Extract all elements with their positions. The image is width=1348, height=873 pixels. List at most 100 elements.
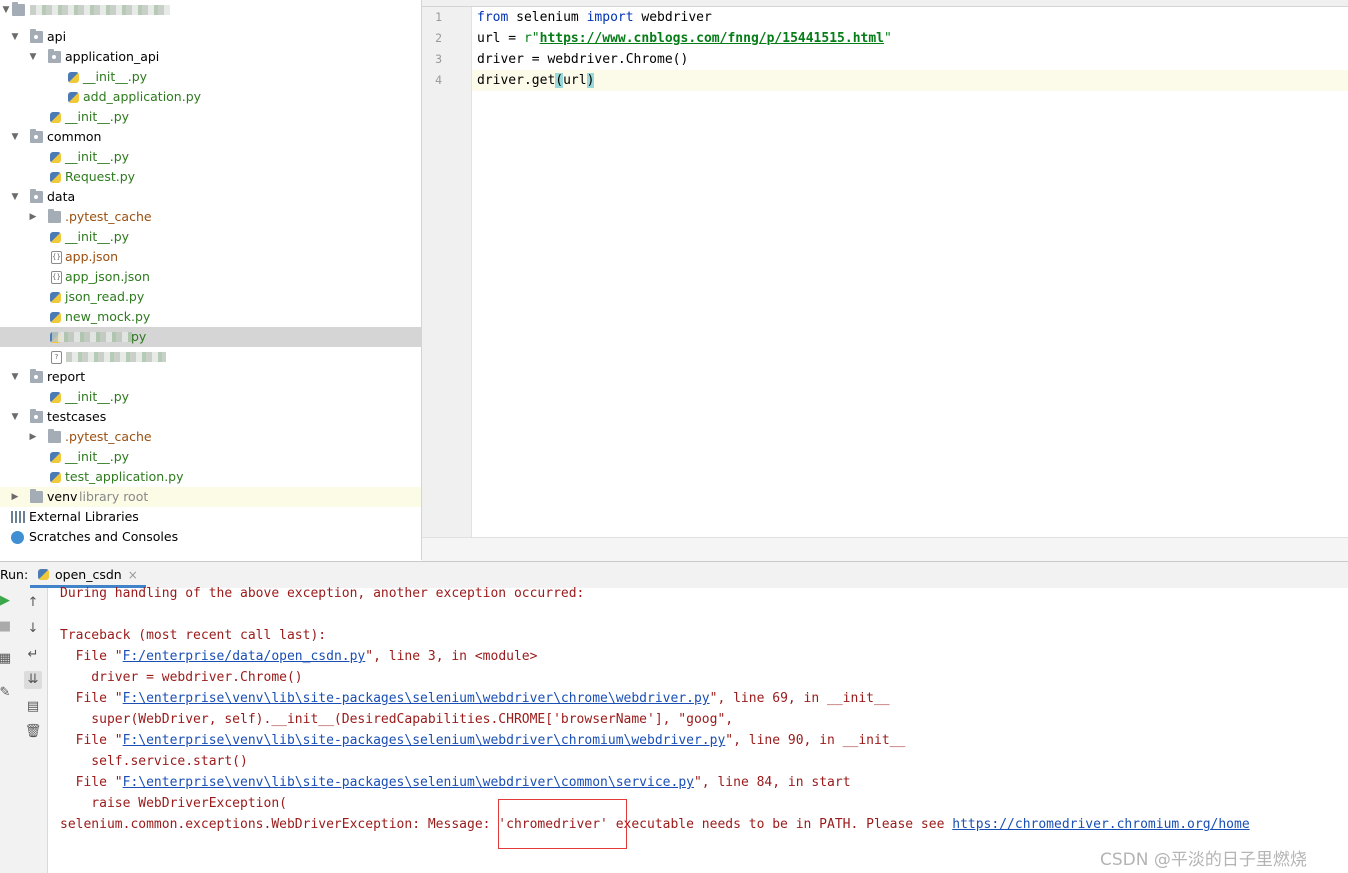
- tree-item-init-py[interactable]: __init__.py: [0, 107, 421, 127]
- docs-link[interactable]: https://chromedriver.chromium.org/home: [952, 817, 1249, 832]
- code-token: driver.get: [477, 73, 556, 88]
- console-line: raise WebDriverException(: [60, 796, 287, 811]
- json-file-icon: {}: [51, 271, 62, 284]
- folder-icon: [48, 429, 61, 443]
- file-link[interactable]: F:\enterprise\venv\lib\site-packages\sel…: [123, 733, 726, 748]
- tree-item-init-py[interactable]: __init__.py: [0, 147, 421, 167]
- print-icon[interactable]: ▤: [24, 698, 42, 716]
- matched-paren: ): [586, 73, 595, 88]
- tree-item-request-py[interactable]: Request.py: [0, 167, 421, 187]
- code-line-1[interactable]: from selenium import webdriver: [477, 7, 712, 28]
- run-console[interactable]: During handling of the above exception, …: [48, 586, 1348, 873]
- chevron-right-icon[interactable]: ▶: [28, 207, 38, 227]
- tree-item-selected[interactable]: py: [0, 327, 421, 347]
- tree-item-testcases[interactable]: ▼ testcases: [0, 407, 421, 427]
- python-file-icon: [50, 472, 61, 483]
- python-file-icon: [50, 152, 61, 163]
- tree-item-scratches[interactable]: Scratches and Consoles: [0, 527, 421, 547]
- tree-item-label: add_application.py: [83, 89, 202, 104]
- file-icon: ?: [51, 351, 62, 364]
- tree-item-label: data: [47, 189, 76, 204]
- tree-item-venv[interactable]: ▶ venv library root: [0, 487, 421, 507]
- file-link[interactable]: F:\enterprise\venv\lib\site-packages\sel…: [123, 775, 694, 790]
- tree-item-application-api[interactable]: ▼ application_api: [0, 47, 421, 67]
- tree-item-redacted[interactable]: ?: [0, 347, 421, 367]
- console-line: During handling of the above exception, …: [60, 586, 585, 601]
- library-root-hint: library root: [79, 489, 149, 504]
- console-line: File "F:/enterprise/data/open_csdn.py", …: [60, 646, 538, 667]
- chevron-down-icon[interactable]: ▼: [1, 0, 11, 20]
- line-number: 4: [435, 73, 442, 87]
- code-line-2[interactable]: url = r"https://www.cnblogs.com/fnng/p/1…: [477, 28, 892, 49]
- close-icon[interactable]: ×: [128, 568, 138, 582]
- package-folder-icon: [48, 49, 61, 63]
- tree-item-label: test_application.py: [65, 469, 184, 484]
- chevron-down-icon[interactable]: ▼: [10, 127, 20, 147]
- scroll-to-end-icon[interactable]: ⇊: [24, 671, 42, 689]
- chevron-down-icon[interactable]: ▼: [28, 47, 38, 67]
- tree-item-init-py[interactable]: __init__.py: [0, 67, 421, 87]
- url-string-token[interactable]: https://www.cnblogs.com/fnng/p/15441515.…: [540, 31, 884, 46]
- run-side-toolbar: ▶ ■ ▦ ✎ ↑ ↓ ↵ ⇊ ▤ 🗑: [0, 588, 48, 873]
- redacted-file-name: [52, 332, 132, 342]
- file-link[interactable]: F:\enterprise\venv\lib\site-packages\sel…: [123, 691, 710, 706]
- package-folder-icon: [30, 29, 43, 43]
- tree-item-label: __init__.py: [65, 389, 130, 404]
- line-number: 2: [435, 31, 442, 45]
- python-file-icon: [38, 569, 49, 580]
- tree-root-row[interactable]: ▼: [0, 0, 421, 20]
- tree-item-pytest-cache[interactable]: ▶ .pytest_cache: [0, 427, 421, 447]
- trash-icon[interactable]: 🗑: [24, 723, 42, 741]
- code-editor[interactable]: 1 2 3 4 from selenium import webdriver u…: [422, 0, 1348, 561]
- tree-item-common[interactable]: ▼ common: [0, 127, 421, 147]
- stop-icon[interactable]: ■: [0, 618, 14, 636]
- chevron-down-icon[interactable]: ▼: [10, 407, 20, 427]
- tree-item-report[interactable]: ▼ report: [0, 367, 421, 387]
- chevron-down-icon[interactable]: ▼: [10, 187, 20, 207]
- run-tab-label: open_csdn: [55, 567, 122, 582]
- code-token: url: [563, 73, 587, 88]
- console-line: Traceback (most recent call last):: [60, 628, 327, 643]
- chevron-down-icon[interactable]: ▼: [10, 27, 20, 47]
- console-text: File ": [60, 733, 123, 748]
- code-line-3[interactable]: driver = webdriver.Chrome(): [477, 49, 688, 70]
- console-text: File ": [60, 649, 123, 664]
- libraries-icon: [11, 511, 25, 523]
- tree-item-app-json-json[interactable]: {} app_json.json: [0, 267, 421, 287]
- console-line: driver = webdriver.Chrome(): [60, 670, 303, 685]
- console-line: super(WebDriver, self).__init__(DesiredC…: [60, 712, 734, 727]
- watermark: CSDN @平淡的日子里燃烧: [1100, 850, 1307, 870]
- tree-item-init-py[interactable]: __init__.py: [0, 387, 421, 407]
- tree-item-test-application-py[interactable]: test_application.py: [0, 467, 421, 487]
- tree-item-json-read-py[interactable]: json_read.py: [0, 287, 421, 307]
- code-line-4[interactable]: driver.get(url): [477, 70, 595, 91]
- rerun-icon[interactable]: ▶: [0, 592, 14, 610]
- tree-item-app-json[interactable]: {} app.json: [0, 247, 421, 267]
- python-file-icon: [50, 232, 61, 243]
- tree-item-label: venv: [47, 489, 78, 504]
- chevron-right-icon[interactable]: ▶: [28, 427, 38, 447]
- editor-tab-strip[interactable]: [422, 0, 1348, 7]
- file-link[interactable]: F:/enterprise/data/open_csdn.py: [123, 649, 366, 664]
- chevron-down-icon[interactable]: ▼: [10, 367, 20, 387]
- soft-wrap-icon[interactable]: ↵: [24, 646, 42, 664]
- line-number: 3: [435, 52, 442, 66]
- layout-icon[interactable]: ▦: [0, 650, 14, 668]
- arrow-up-icon[interactable]: ↑: [24, 594, 42, 612]
- keyword-token: import: [586, 10, 634, 25]
- console-text: File ": [60, 775, 123, 790]
- string-token: ": [884, 31, 892, 46]
- tree-item-pytest-cache[interactable]: ▶ .pytest_cache: [0, 207, 421, 227]
- tree-item-init-py[interactable]: __init__.py: [0, 227, 421, 247]
- arrow-down-icon[interactable]: ↓: [24, 620, 42, 638]
- pin-icon[interactable]: ✎: [0, 684, 14, 702]
- tree-item-init-py[interactable]: __init__.py: [0, 447, 421, 467]
- python-file-icon: [50, 292, 61, 303]
- tree-item-data[interactable]: ▼ data: [0, 187, 421, 207]
- tree-item-add-application-py[interactable]: add_application.py: [0, 87, 421, 107]
- tree-item-external-libraries[interactable]: External Libraries: [0, 507, 421, 527]
- tree-item-label: json_read.py: [65, 289, 145, 304]
- tree-item-new-mock-py[interactable]: new_mock.py: [0, 307, 421, 327]
- tree-item-api[interactable]: ▼ api: [0, 27, 421, 47]
- chevron-right-icon[interactable]: ▶: [10, 487, 20, 507]
